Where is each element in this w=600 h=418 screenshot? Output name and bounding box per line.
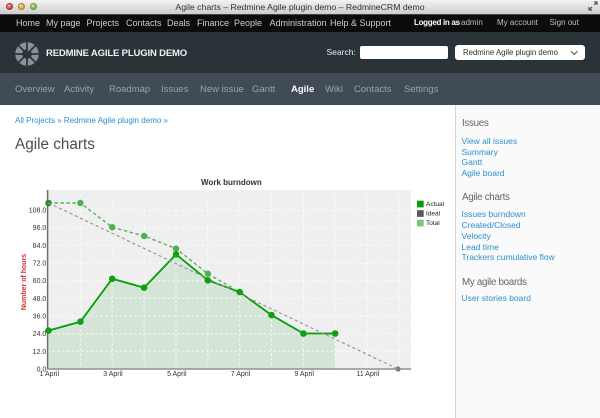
- svg-text:84.0: 84.0: [33, 243, 47, 250]
- svg-text:12.0: 12.0: [33, 349, 47, 356]
- svg-text:Actual: Actual: [426, 201, 445, 208]
- svg-text:Work burndown: Work burndown: [201, 178, 262, 187]
- svg-text:108.0: 108.0: [29, 208, 47, 215]
- svg-text:24.0: 24.0: [33, 331, 47, 338]
- svg-text:72.0: 72.0: [33, 261, 47, 268]
- svg-text:1 April: 1 April: [40, 371, 60, 378]
- svg-text:36.0: 36.0: [33, 314, 47, 321]
- svg-text:5 April: 5 April: [167, 371, 187, 378]
- svg-text:9 April: 9 April: [294, 371, 314, 378]
- svg-text:60.0: 60.0: [33, 278, 47, 285]
- svg-text:Ideal: Ideal: [426, 211, 441, 218]
- svg-text:7 April: 7 April: [231, 371, 251, 378]
- svg-text:48.0: 48.0: [33, 296, 47, 303]
- svg-text:11 April: 11 April: [356, 371, 379, 378]
- svg-text:Number of hours: Number of hours: [21, 254, 28, 310]
- svg-text:Total: Total: [426, 220, 440, 227]
- svg-text:3 April: 3 April: [103, 371, 123, 378]
- svg-text:96.0: 96.0: [33, 225, 47, 232]
